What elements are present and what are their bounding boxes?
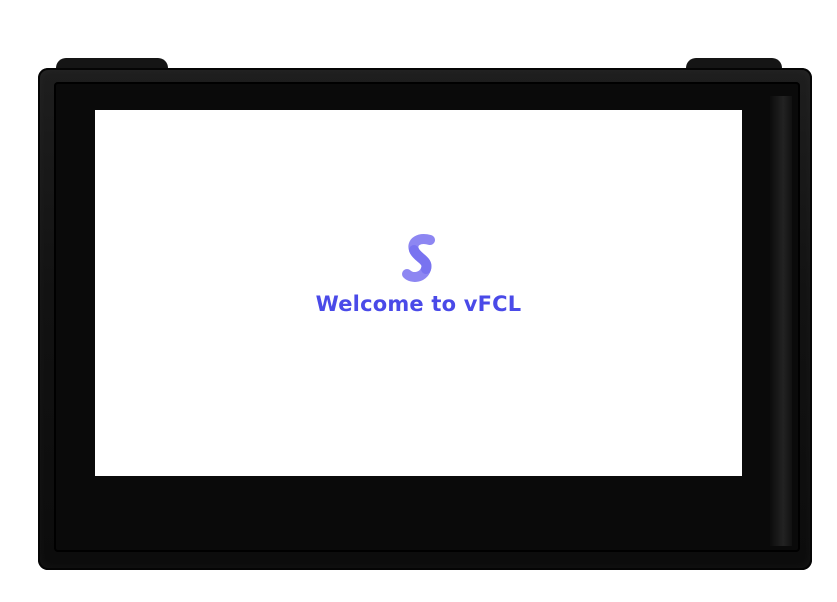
photo-stage: Welcome to vFCL <box>0 0 837 602</box>
welcome-splash: Welcome to vFCL <box>95 234 742 316</box>
bezel-side-edge <box>770 96 792 546</box>
display-screen: Welcome to vFCL <box>95 110 742 476</box>
welcome-title: Welcome to vFCL <box>315 292 522 316</box>
vfcl-logo-icon <box>401 234 435 282</box>
